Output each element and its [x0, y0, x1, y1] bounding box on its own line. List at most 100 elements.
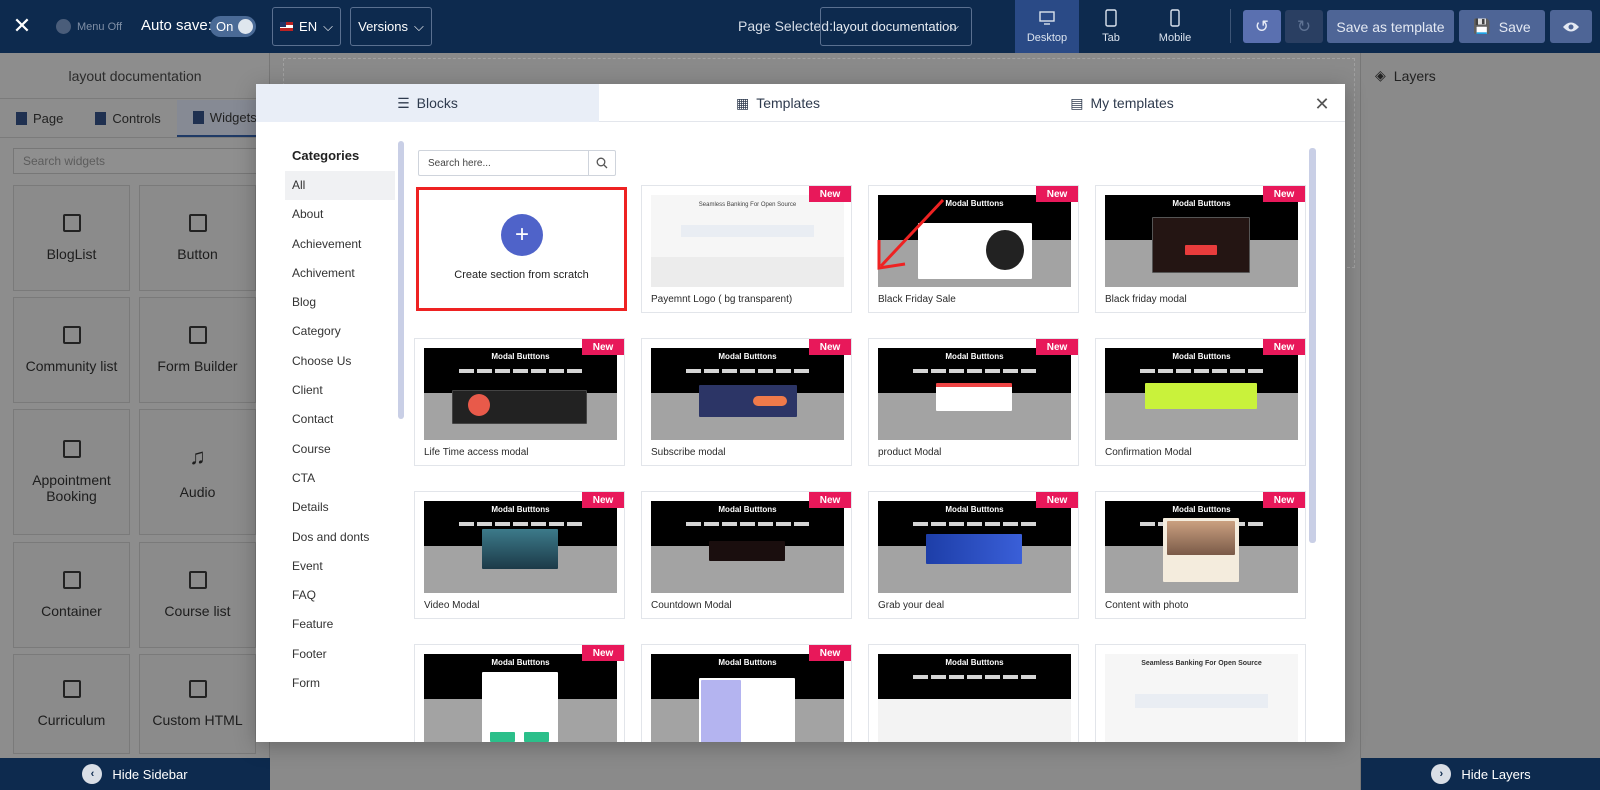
widget-appointment-booking[interactable]: Appointment Booking [13, 409, 130, 535]
block-card[interactable]: Modal Butttons New product Modal [868, 338, 1079, 466]
block-card[interactable]: Modal Butttons New Black friday modal [1095, 185, 1306, 313]
category-item[interactable]: Dos and donts [285, 523, 395, 552]
save-button[interactable]: 💾 Save [1459, 10, 1545, 43]
create-from-scratch-card[interactable]: + Create section from scratch [416, 187, 627, 311]
page-icon [16, 112, 27, 125]
widget-form-builder[interactable]: Form Builder [139, 297, 256, 403]
tab-page[interactable]: Page [0, 100, 79, 137]
widget-audio[interactable]: ♫ Audio [139, 409, 256, 535]
category-item[interactable]: All [285, 171, 395, 201]
new-badge: New [582, 492, 624, 508]
block-label: Video Modal [424, 600, 480, 611]
widget-course-list[interactable]: Course list [139, 542, 256, 648]
category-item[interactable]: FAQ [285, 581, 395, 610]
widget-label: Curriculum [37, 712, 106, 728]
device-tab-button[interactable]: Tab [1079, 0, 1143, 53]
close-icon[interactable]: ✕ [1313, 95, 1331, 113]
block-label: Black Friday Sale [878, 294, 956, 305]
block-card[interactable]: Modal Butttons New Grab your deal [868, 491, 1079, 619]
category-item[interactable]: About [285, 200, 395, 229]
block-card[interactable]: Modal Butttons New Confirmation Modal [1095, 338, 1306, 466]
categories-title: Categories [292, 148, 360, 163]
versions-dropdown[interactable]: Versions ⌵ [350, 7, 432, 46]
language-select[interactable]: EN ⌵ [272, 7, 341, 46]
widget-community-list[interactable]: Community list [13, 297, 130, 403]
category-item[interactable]: Contact [285, 405, 395, 434]
auto-save-toggle[interactable]: On [210, 16, 256, 37]
undo-icon: ↺ [1254, 16, 1270, 36]
block-card[interactable]: Modal Butttons New [641, 644, 852, 742]
tab-templates[interactable]: ▦ Templates [599, 84, 957, 122]
block-card[interactable]: Seamless Banking For Open Source New Pay… [641, 185, 852, 313]
categories-list: Categories All About Achievement Achivem… [285, 148, 395, 698]
widget-button[interactable]: Button [139, 185, 256, 291]
category-item[interactable]: Event [285, 552, 395, 581]
category-item[interactable]: Blog [285, 288, 395, 317]
block-thumbnail: Modal Butttons [878, 654, 1071, 742]
redo-button[interactable]: ↻ [1285, 10, 1323, 43]
hide-layers-button[interactable]: › Hide Layers [1361, 758, 1600, 790]
block-thumbnail: Modal Butttons [1105, 348, 1298, 440]
device-desktop-button[interactable]: Desktop [1015, 0, 1079, 53]
category-item[interactable]: Client [285, 376, 395, 405]
category-item[interactable]: Form [285, 669, 395, 698]
floppy-disk-icon: 💾 [1473, 18, 1491, 34]
toolbar-divider [1230, 9, 1231, 43]
versions-label: Versions [358, 19, 408, 34]
category-item[interactable]: Details [285, 493, 395, 522]
search-icon [596, 157, 608, 169]
category-item[interactable]: Footer [285, 640, 395, 669]
page-select[interactable]: layout documentation ⌵ [820, 7, 972, 46]
menu-toggle[interactable]: Menu Off [56, 19, 122, 34]
block-card[interactable]: Modal Butttons [868, 644, 1079, 742]
tab-my-templates[interactable]: ▤ My templates [957, 84, 1287, 122]
block-card[interactable]: Modal Butttons New Life Time access moda… [414, 338, 625, 466]
blocks-scrollbar[interactable] [1309, 148, 1316, 543]
save-as-template-button[interactable]: Save as template [1327, 10, 1454, 43]
category-item[interactable]: Category [285, 317, 395, 346]
category-item[interactable]: Achievement [285, 230, 395, 259]
menu-off-label: Menu Off [77, 20, 123, 33]
tab-controls[interactable]: Controls [79, 100, 176, 137]
language-value: EN [299, 19, 318, 34]
table-icon: ▦ [735, 94, 750, 111]
category-item[interactable]: Course [285, 435, 395, 464]
bloglist-icon [62, 214, 81, 232]
block-card[interactable]: Modal Butttons New Video Modal [414, 491, 625, 619]
device-mobile-button[interactable]: Mobile [1143, 0, 1207, 53]
block-card[interactable]: Modal Butttons New Subscribe modal [641, 338, 852, 466]
hide-sidebar-button[interactable]: ‹ Hide Sidebar [0, 758, 270, 790]
block-card[interactable]: Modal Butttons New [414, 644, 625, 742]
chevron-right-icon: › [1431, 764, 1452, 784]
block-card[interactable]: Modal Butttons New Content with photo [1095, 491, 1306, 619]
new-badge: New [582, 339, 624, 355]
tab-label: Blocks [416, 95, 458, 111]
category-item[interactable]: Achivement [285, 259, 395, 288]
close-icon[interactable]: ✕ [10, 14, 34, 38]
categories-scrollbar[interactable] [398, 141, 404, 419]
widget-custom-html[interactable]: Custom HTML [139, 654, 256, 754]
mobile-icon [1170, 9, 1180, 27]
preview-button[interactable] [1550, 10, 1592, 43]
widget-search-input[interactable]: Search widgets [13, 148, 263, 174]
toggle-knob [238, 19, 253, 34]
block-card[interactable]: Modal Butttons New Countdown Modal [641, 491, 852, 619]
layers-icon: ◈ [1375, 67, 1386, 83]
block-search-input[interactable]: Search here... [418, 150, 616, 176]
widget-container[interactable]: Container [13, 542, 130, 648]
block-thumbnail: Modal Butttons [878, 348, 1071, 440]
block-thumbnail: Modal Butttons [424, 654, 617, 742]
block-card[interactable]: Seamless Banking For Open Source [1095, 644, 1306, 742]
block-thumbnail: Modal Butttons [424, 501, 617, 593]
category-item[interactable]: CTA [285, 464, 395, 493]
page-select-value: layout documentation [833, 19, 957, 34]
widget-curriculum[interactable]: Curriculum [13, 654, 130, 754]
category-item[interactable]: Feature [285, 610, 395, 639]
category-item[interactable]: Choose Us [285, 347, 395, 376]
widget-label: Appointment Booking [32, 472, 111, 504]
tab-blocks[interactable]: ☰ Blocks [256, 84, 599, 122]
undo-button[interactable]: ↺ [1243, 10, 1281, 43]
search-button[interactable] [588, 151, 615, 175]
widget-bloglist[interactable]: BlogList [13, 185, 130, 291]
code-icon [188, 680, 207, 698]
